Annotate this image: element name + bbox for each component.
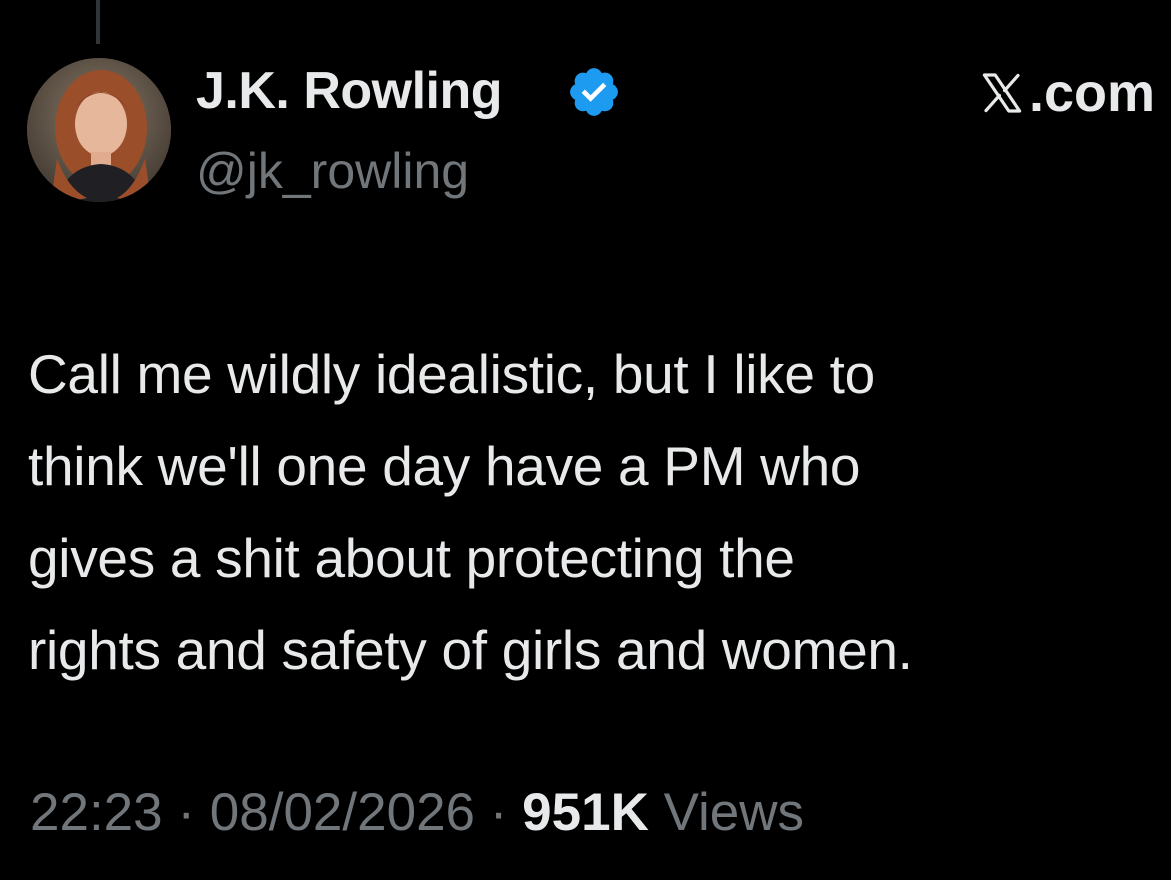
source-brand-text: .com xyxy=(1028,63,1155,123)
x-logo-icon xyxy=(982,73,1022,113)
source-brand: .com xyxy=(977,58,1155,128)
avatar[interactable] xyxy=(27,58,171,202)
verified-badge-icon xyxy=(570,68,618,116)
tweet-text-line: rights and safety of girls and women. xyxy=(28,619,913,681)
tweet-text-line: think we'll one day have a PM who xyxy=(28,435,861,497)
tweet-text: Call me wildly idealistic, but I like to… xyxy=(28,328,1158,696)
tweet-meta: 22:23 · 08/02/2026 · 951K Views xyxy=(30,778,804,848)
avatar-photo xyxy=(27,58,171,202)
views-count[interactable]: 951K xyxy=(522,783,649,842)
views-label: Views xyxy=(663,783,805,842)
meta-separator: · xyxy=(489,783,508,842)
tweet-date[interactable]: 08/02/2026 xyxy=(210,783,475,842)
meta-separator: · xyxy=(177,783,196,842)
author-handle[interactable]: @jk_rowling xyxy=(196,138,469,204)
thread-connector-line xyxy=(96,0,100,44)
tweet-time[interactable]: 22:23 xyxy=(30,783,163,842)
tweet-text-line: gives a shit about protecting the xyxy=(28,527,795,589)
tweet-text-line: Call me wildly idealistic, but I like to xyxy=(28,343,875,405)
author-name[interactable]: J.K. Rowling xyxy=(196,56,503,126)
